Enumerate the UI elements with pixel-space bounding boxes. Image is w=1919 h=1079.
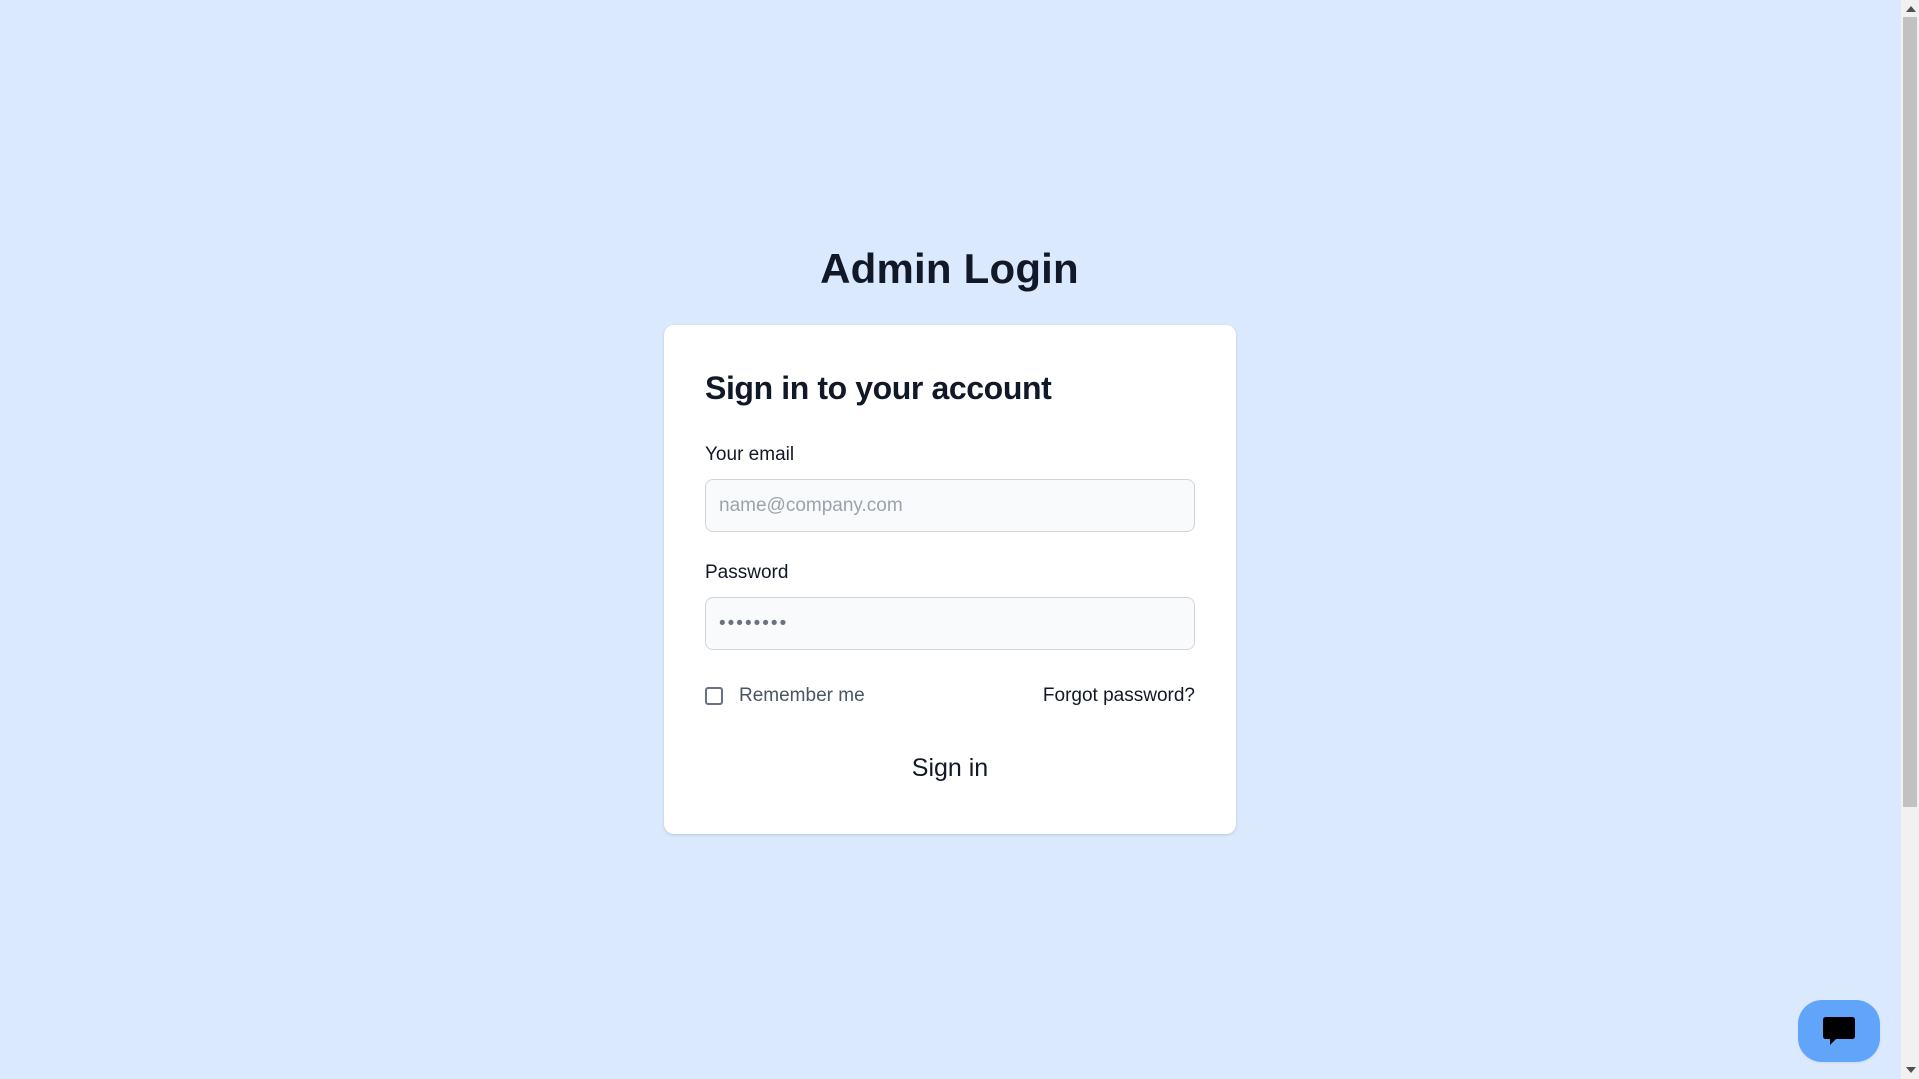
forgot-password-link[interactable]: Forgot password? [1043, 685, 1195, 707]
scroll-down-arrow-icon[interactable] [1906, 1067, 1916, 1073]
chat-widget-button[interactable] [1798, 1000, 1880, 1062]
chat-bubble-icon [1823, 1017, 1855, 1045]
remember-me-checkbox[interactable] [705, 687, 723, 705]
card-heading: Sign in to your account [705, 370, 1052, 406]
email-label: Your email [705, 444, 795, 465]
login-card: Sign in to your account Your email Passw… [664, 325, 1236, 834]
password-input[interactable] [705, 597, 1195, 650]
email-input[interactable] [705, 479, 1195, 532]
sign-in-button[interactable]: Sign in [705, 740, 1195, 796]
scroll-up-arrow-icon[interactable] [1906, 6, 1916, 12]
scrollbar-thumb[interactable] [1903, 17, 1917, 807]
options-row: Remember me Forgot password? [705, 682, 1195, 710]
remember-me: Remember me [705, 685, 865, 707]
password-label: Password [705, 562, 789, 583]
remember-me-label[interactable]: Remember me [739, 685, 865, 707]
page-title: Admin Login [820, 245, 1079, 292]
vertical-scrollbar[interactable] [1901, 0, 1919, 1079]
